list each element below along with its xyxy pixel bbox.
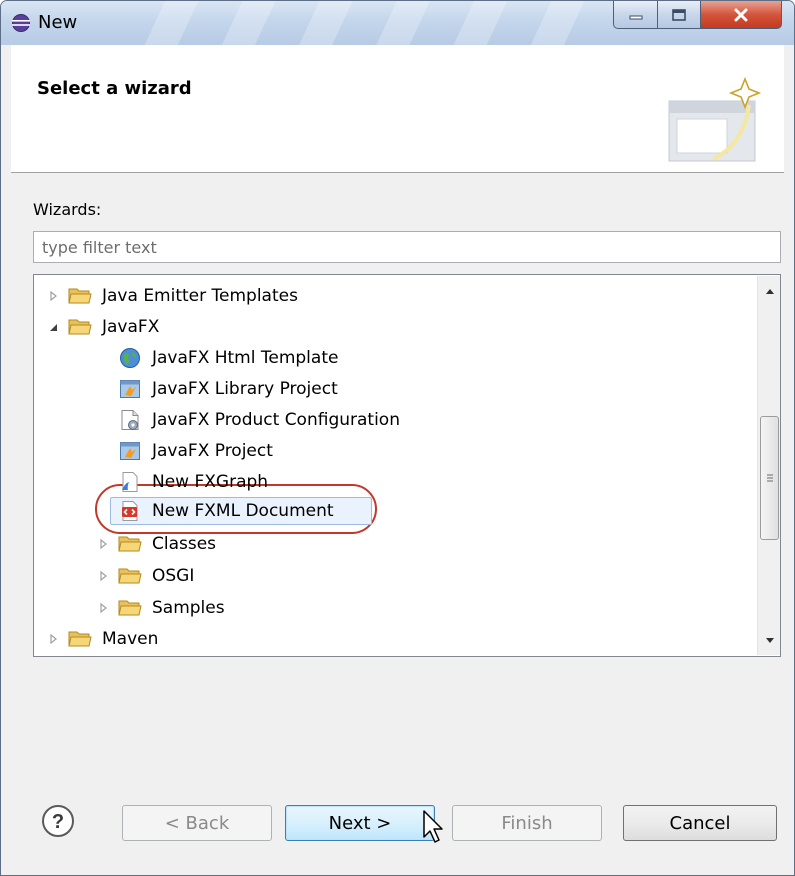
maximize-icon bbox=[672, 8, 686, 21]
tree-item-label: JavaFX Project bbox=[152, 441, 273, 461]
scroll-up-icon bbox=[765, 289, 774, 294]
tree-item-label: OSGI bbox=[152, 566, 195, 586]
cancel-button[interactable]: Cancel bbox=[623, 805, 777, 841]
wizard-tree[interactable]: Java Emitter Templates JavaFX JavaFX Htm… bbox=[33, 274, 781, 657]
eclipse-icon bbox=[12, 14, 30, 32]
tree-item-label: New FXML Document bbox=[152, 501, 334, 521]
scroll-thumb[interactable] bbox=[760, 416, 779, 540]
minimize-button[interactable] bbox=[613, 1, 658, 29]
folder-icon bbox=[118, 565, 142, 587]
expand-arrow-icon[interactable] bbox=[46, 289, 60, 303]
tree-item[interactable]: JavaFX Product Configuration bbox=[118, 405, 400, 435]
next-button[interactable]: Next > bbox=[285, 805, 435, 841]
tree-item-label: Samples bbox=[152, 598, 225, 618]
javafx-project-icon bbox=[118, 378, 142, 400]
expand-arrow-icon[interactable] bbox=[96, 601, 110, 615]
back-button[interactable]: < Back bbox=[122, 805, 272, 841]
tree-item[interactable]: JavaFX Html Template bbox=[118, 343, 338, 373]
tree-item-label: Classes bbox=[152, 534, 217, 554]
folder-icon bbox=[118, 533, 142, 555]
javafx-project-icon bbox=[118, 440, 142, 462]
scroll-down-icon bbox=[765, 638, 774, 643]
expand-arrow-icon[interactable] bbox=[96, 569, 110, 583]
tree-item-label: Java Emitter Templates bbox=[102, 286, 298, 306]
wizards-label: Wizards: bbox=[33, 200, 102, 219]
globe-icon bbox=[118, 347, 142, 369]
title-bar-glass bbox=[121, 1, 601, 45]
tree-item[interactable]: JavaFX Library Project bbox=[118, 374, 338, 404]
help-icon: ? bbox=[52, 811, 64, 833]
close-icon bbox=[734, 8, 748, 21]
folder-icon bbox=[68, 285, 92, 307]
scroll-up-button[interactable] bbox=[758, 280, 780, 302]
expand-arrow-icon[interactable] bbox=[46, 632, 60, 646]
window-title: New bbox=[38, 12, 78, 33]
mouse-pointer-icon bbox=[423, 810, 443, 843]
minimize-icon bbox=[629, 15, 642, 19]
tree-item[interactable]: Samples bbox=[96, 593, 225, 623]
tree-scrollbar[interactable] bbox=[757, 276, 780, 655]
wizard-header: Select a wizard bbox=[11, 45, 784, 173]
tree-item[interactable]: JavaFX bbox=[46, 312, 159, 342]
tree-item-label: JavaFX Html Template bbox=[152, 348, 339, 368]
tree-item[interactable]: OSGI bbox=[96, 561, 194, 591]
tree-item-label: JavaFX Product Configuration bbox=[152, 410, 400, 430]
tree-item-label: JavaFX Library Project bbox=[152, 379, 338, 399]
tree-item-label: JavaFX bbox=[102, 317, 160, 337]
fxgraph-file-icon bbox=[118, 471, 142, 493]
tree-item[interactable]: New FXGraph bbox=[118, 467, 268, 497]
tree-item[interactable]: Maven bbox=[46, 624, 158, 654]
folder-icon bbox=[68, 628, 92, 650]
product-config-icon bbox=[118, 409, 142, 431]
tree-item[interactable]: Java Emitter Templates bbox=[46, 281, 298, 311]
expand-arrow-icon[interactable] bbox=[96, 537, 110, 551]
finish-button[interactable]: Finish bbox=[452, 805, 602, 841]
tree-item[interactable]: JavaFX Project bbox=[118, 436, 273, 466]
maximize-button[interactable] bbox=[657, 1, 701, 29]
header-title: Select a wizard bbox=[37, 78, 192, 99]
fxml-file-icon bbox=[118, 500, 142, 522]
close-button[interactable] bbox=[700, 1, 782, 29]
scroll-down-button[interactable] bbox=[758, 630, 780, 652]
title-bar[interactable]: New bbox=[1, 1, 794, 45]
collapse-arrow-icon[interactable] bbox=[46, 320, 60, 334]
grip-icon bbox=[766, 474, 773, 482]
filter-input[interactable] bbox=[33, 231, 781, 263]
help-button[interactable]: ? bbox=[40, 803, 76, 839]
folder-open-icon bbox=[68, 316, 92, 338]
tree-item-label: Maven bbox=[102, 629, 159, 649]
folder-icon bbox=[118, 597, 142, 619]
wizard-banner-icon bbox=[668, 76, 762, 162]
tree-item-selected[interactable]: New FXML Document bbox=[118, 496, 334, 526]
tree-item-label: New FXGraph bbox=[152, 472, 269, 492]
tree-item[interactable]: Classes bbox=[96, 529, 216, 559]
